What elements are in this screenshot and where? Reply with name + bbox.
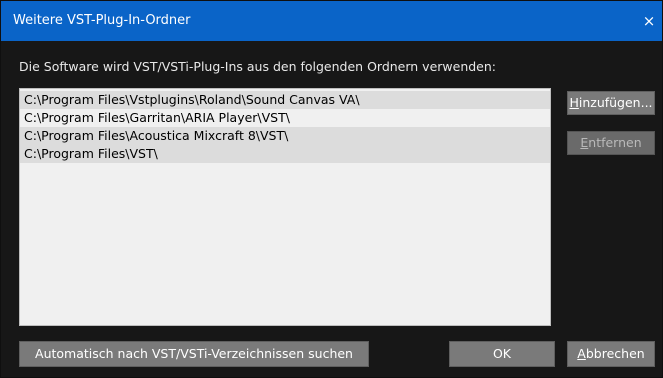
folder-list-item[interactable]: C:\Program Files\VST\ <box>20 145 550 163</box>
cancel-button-accelerator: A <box>577 346 586 361</box>
window-title: Weitere VST-Plug-In-Ordner <box>13 13 191 28</box>
description-label: Die Software wird VST/VSTi-Plug-Ins aus … <box>19 59 497 74</box>
folder-list-item[interactable]: C:\Program Files\Vstplugins\Roland\Sound… <box>20 91 550 109</box>
add-button-label: inzufügen... <box>578 95 653 110</box>
dialog-window: Weitere VST-Plug-In-Ordner × Die Softwar… <box>0 0 663 378</box>
cancel-button[interactable]: Abbrechen <box>567 341 655 367</box>
remove-folder-button[interactable]: Entfernen <box>567 131 655 155</box>
folder-list-item[interactable]: C:\Program Files\Garritan\ARIA Player\VS… <box>20 109 550 127</box>
folder-list[interactable]: C:\Program Files\Vstplugins\Roland\Sound… <box>19 88 551 326</box>
add-folder-button[interactable]: Hinzufügen... <box>567 91 655 115</box>
close-icon[interactable]: × <box>636 1 662 41</box>
auto-search-button[interactable]: Automatisch nach VST/VSTi-Verzeichnissen… <box>19 341 369 367</box>
ok-button[interactable]: OK <box>449 341 555 367</box>
remove-button-label: ntfernen <box>588 135 642 150</box>
folder-list-item[interactable]: C:\Program Files\Acoustica Mixcraft 8\VS… <box>20 127 550 145</box>
title-bar[interactable]: Weitere VST-Plug-In-Ordner × <box>1 1 662 41</box>
add-button-accelerator: H <box>569 95 579 110</box>
cancel-button-label: bbrechen <box>585 346 645 361</box>
